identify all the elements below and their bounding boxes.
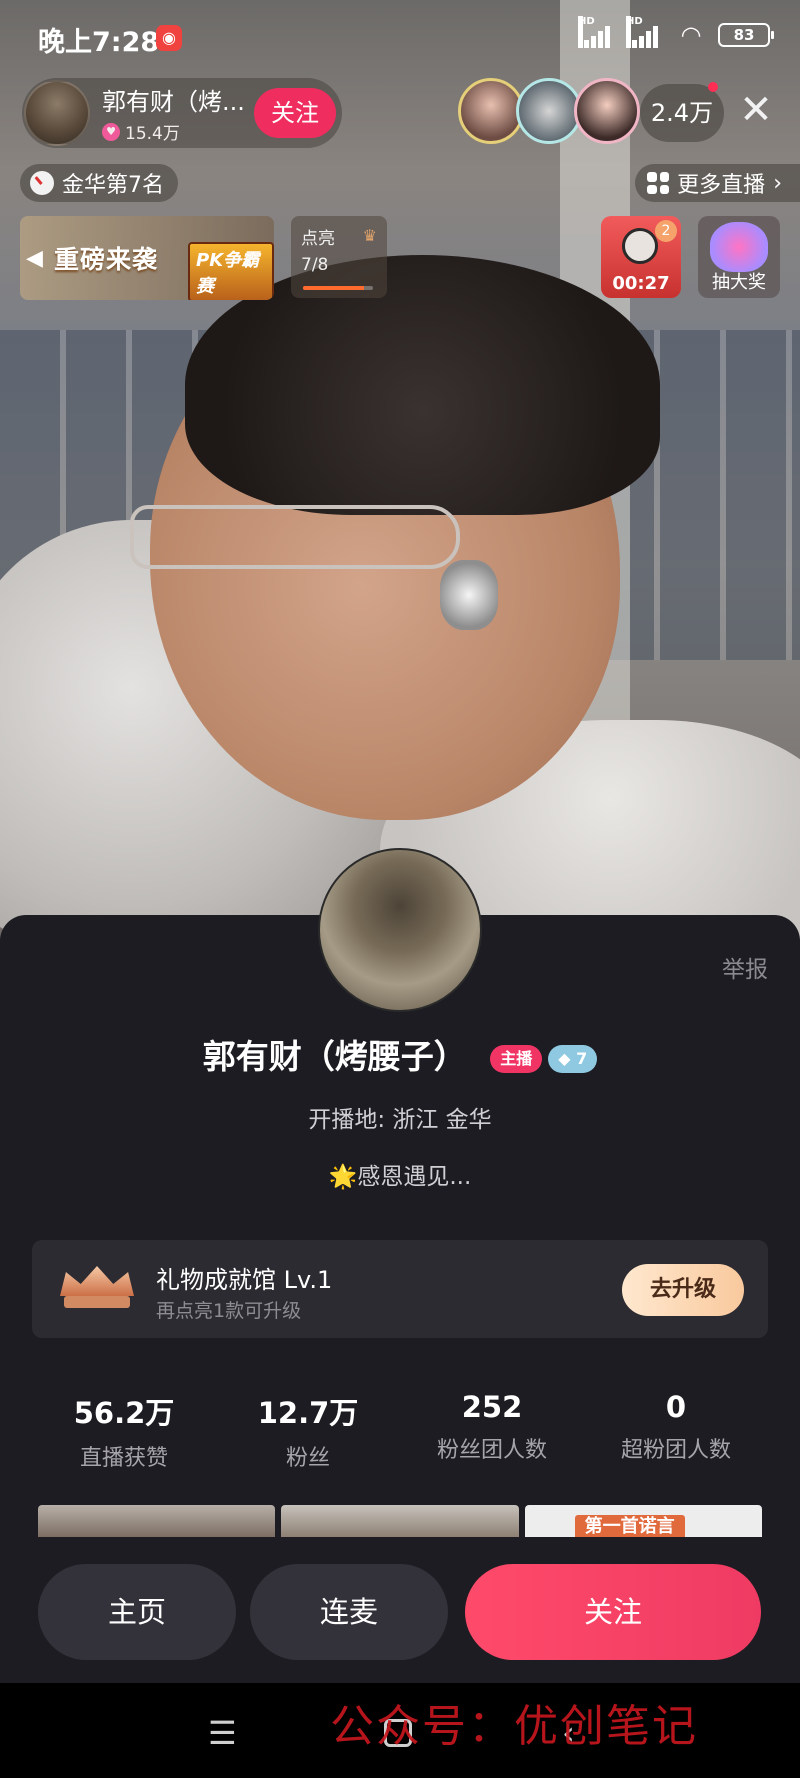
- host-likes-count: 15.4万: [125, 124, 180, 144]
- profile-badges: 主播 ◆ 7: [490, 1044, 598, 1073]
- host-badge: 主播: [490, 1044, 543, 1073]
- achievement-subtitle: 再点亮1款可升级: [156, 1300, 302, 1322]
- progress-fill: [303, 286, 365, 290]
- action-bar: 主页 连麦 关注: [0, 1560, 800, 1660]
- report-button[interactable]: 举报: [722, 950, 768, 984]
- lottery-widget[interactable]: 抽大奖: [698, 216, 780, 298]
- light-up-widget[interactable]: 点亮 ♛ 7/8: [291, 216, 387, 298]
- profile-bio: 🌟感恩遇见...: [328, 1164, 472, 1190]
- top-viewers[interactable]: [458, 78, 640, 148]
- broadcast-location: 开播地: 浙江 金华: [308, 1107, 492, 1133]
- home-button[interactable]: 主页: [38, 1564, 236, 1660]
- battery-icon: 83: [718, 23, 774, 47]
- profile-name-row: 郭有财（烤腰子） 主播 ◆ 7: [0, 1030, 800, 1078]
- chevron-right-icon: ›: [773, 170, 782, 196]
- video-thumbnail[interactable]: [38, 1505, 276, 1537]
- timer-widget[interactable]: 2 00:27: [601, 216, 681, 298]
- video-thumbnail[interactable]: [281, 1505, 519, 1537]
- status-icons: HD HD ◠ 83: [578, 16, 774, 49]
- status-bar: 晚上7:28 ◉ HD HD ◠ 83: [0, 0, 800, 76]
- rank-label: 金华第7名: [62, 173, 164, 198]
- profile-name: 郭有财（烤腰子）: [202, 1037, 467, 1076]
- follow-main-button[interactable]: 关注: [465, 1564, 761, 1660]
- timer-time: 00:27: [612, 273, 670, 294]
- viewer-count[interactable]: 2.4万: [640, 82, 724, 142]
- pk-logo: PK争霸赛: [188, 242, 274, 300]
- watermark: 公众号：优创笔记: [330, 1701, 698, 1752]
- stat-label: 粉丝团人数: [436, 1438, 547, 1463]
- stat-fans[interactable]: 12.7万 粉丝: [216, 1390, 400, 1472]
- app-notification-icon: ◉: [156, 25, 182, 51]
- stat-label: 超粉团人数: [620, 1438, 731, 1463]
- wifi-icon: ◠: [680, 21, 702, 49]
- viewer-count-label: 2.4万: [650, 99, 714, 127]
- host-likes: ♥ 15.4万: [102, 119, 247, 144]
- grid-icon: [647, 172, 670, 194]
- notification-dot: [708, 82, 718, 92]
- upgrade-button[interactable]: 去升级: [622, 1264, 744, 1316]
- stat-value: 252: [461, 1390, 523, 1424]
- follow-button[interactable]: 关注: [254, 88, 336, 138]
- host-name: 郭有财（烤...: [102, 88, 245, 116]
- stat-label: 直播获赞: [79, 1446, 168, 1471]
- gift-achievement-card[interactable]: 礼物成就馆 Lv.1 再点亮1款可升级 去升级: [32, 1240, 768, 1338]
- stat-likes[interactable]: 56.2万 直播获赞: [32, 1390, 216, 1472]
- achievement-title: 礼物成就馆 Lv.1: [156, 1266, 333, 1294]
- stat-label: 粉丝: [285, 1446, 330, 1471]
- signal-2-icon: HD: [626, 16, 664, 48]
- glasses: [130, 505, 460, 569]
- video-thumbnails: 第一首诺言: [38, 1505, 762, 1537]
- diamond-icon: ◆: [558, 1048, 571, 1068]
- lottery-label: 抽大奖: [712, 272, 766, 293]
- light-up-progress-bar: [303, 286, 373, 290]
- heart-icon: ♥: [102, 122, 120, 141]
- video-caption: 第一首诺言: [574, 1515, 685, 1537]
- co-host-button[interactable]: 连麦: [250, 1564, 448, 1660]
- stat-super-fans[interactable]: 0 超粉团人数: [584, 1390, 768, 1472]
- triangle-left-icon: ◀: [26, 246, 43, 271]
- earpiece: [440, 560, 498, 630]
- menu-icon[interactable]: ☰: [208, 1717, 237, 1749]
- close-button[interactable]: ✕: [736, 90, 776, 130]
- viewer-avatar[interactable]: [516, 78, 582, 144]
- level-badge-value: 7: [576, 1048, 588, 1068]
- stat-fan-club[interactable]: 252 粉丝团人数: [400, 1390, 584, 1472]
- viewer-avatar[interactable]: [458, 78, 524, 144]
- pk-banner[interactable]: ◀ 重磅来袭 PK争霸赛: [20, 216, 274, 300]
- crown-icon: ♛: [362, 226, 377, 245]
- signal-1-icon: HD: [578, 16, 616, 48]
- profile-avatar[interactable]: [318, 848, 482, 1012]
- host-card[interactable]: 郭有财（烤... ♥ 15.4万 关注: [22, 78, 342, 148]
- more-live-button[interactable]: 更多直播 ›: [635, 164, 800, 202]
- stat-value: 0: [665, 1390, 687, 1424]
- stats-row: 56.2万 直播获赞 12.7万 粉丝 252 粉丝团人数 0 超粉团人数: [32, 1390, 768, 1472]
- more-live-label: 更多直播: [677, 173, 766, 198]
- pk-banner-title: 重磅来袭: [54, 245, 159, 274]
- stopwatch-icon: [622, 228, 658, 264]
- stat-value: 56.2万: [73, 1396, 175, 1430]
- level-badge: ◆ 7: [548, 1044, 598, 1073]
- timer-badge: 2: [655, 220, 677, 242]
- lottery-icon: [710, 222, 768, 272]
- status-time: 晚上7:28: [38, 27, 160, 58]
- clock-icon: [30, 171, 54, 195]
- host-avatar[interactable]: [24, 80, 90, 146]
- light-up-progress: 7/8: [301, 255, 329, 275]
- video-thumbnail[interactable]: 第一首诺言: [524, 1505, 762, 1537]
- rank-chip[interactable]: 金华第7名: [20, 164, 178, 202]
- host-info[interactable]: 郭有财（烤... ♥ 15.4万: [102, 82, 247, 144]
- viewer-avatar[interactable]: [574, 78, 640, 144]
- crown-icon: [60, 1266, 134, 1310]
- stat-value: 12.7万: [257, 1396, 359, 1430]
